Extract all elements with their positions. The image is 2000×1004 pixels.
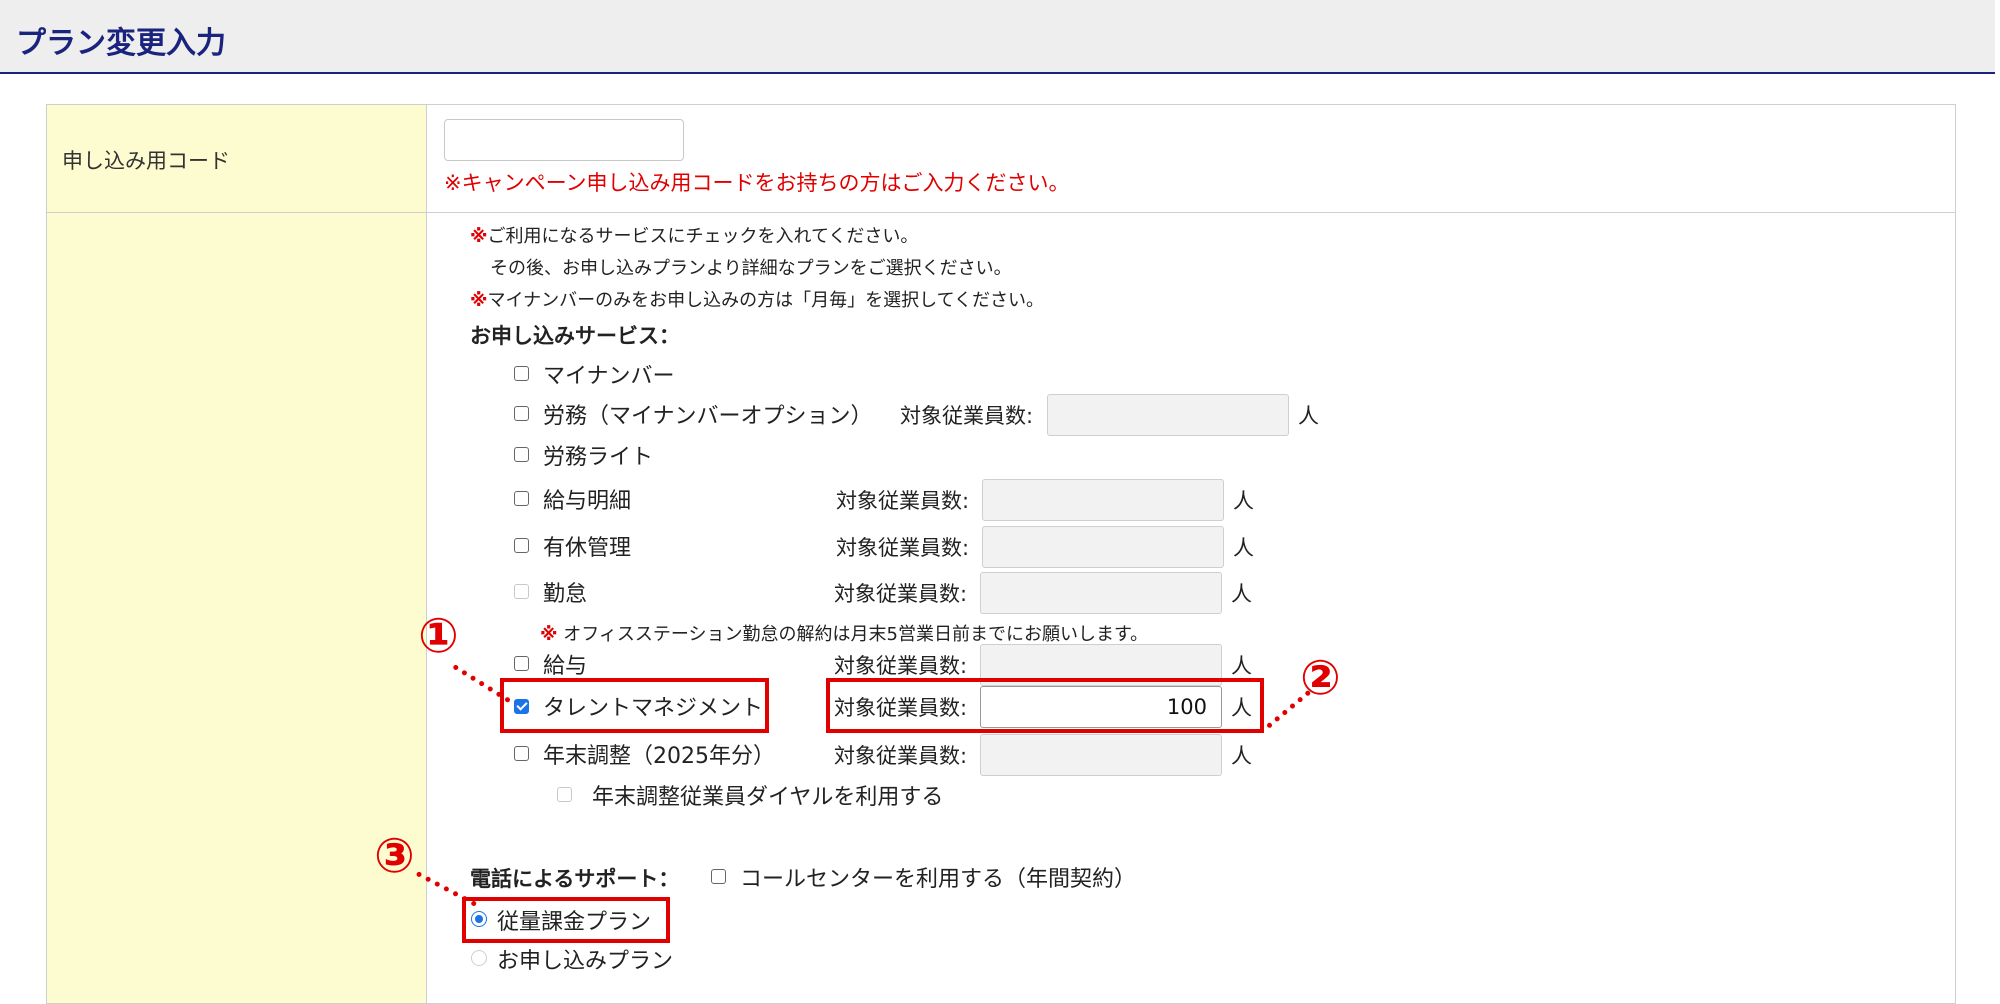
service-label-attendance: 勤怠 — [543, 582, 588, 607]
annotation-box-talent-management — [500, 678, 769, 733]
service-label-paid-leave: 有休管理 — [543, 536, 632, 561]
note-line-1: ※ご利用になるサービスにチェックを入れてください。 — [470, 222, 918, 248]
page-header: プラン変更入力 — [0, 0, 1995, 74]
year-end-dial-checkbox[interactable] — [557, 787, 572, 802]
unit-label: 人 — [1231, 582, 1252, 606]
note-mark: ※ — [470, 290, 488, 311]
annotation-box-usage-plan — [462, 897, 670, 943]
service-label-labor: 労務（マイナンバーオプション） — [543, 404, 873, 429]
call-center-label: コールセンターを利用する（年間契約） — [740, 867, 1137, 892]
unit-label: 人 — [1298, 404, 1319, 428]
service-checkbox-attendance[interactable] — [514, 584, 529, 599]
service-checkbox-labor[interactable] — [514, 406, 529, 421]
employee-count-label: 対象従業員数: — [834, 654, 968, 678]
service-checkbox-payslip[interactable] — [514, 491, 529, 506]
employee-count-label: 対象従業員数: — [836, 489, 970, 513]
call-center-checkbox[interactable] — [711, 869, 726, 884]
employee-count-label: 対象従業員数: — [834, 582, 968, 606]
service-label-year-end: 年末調整（2025年分） — [543, 744, 775, 769]
service-checkbox-labor-lite[interactable] — [514, 447, 529, 462]
phone-support-heading: 電話によるサポート： — [470, 867, 680, 891]
label-column — [47, 105, 427, 1003]
employee-count-label: 対象従業員数: — [836, 536, 970, 560]
employee-count-input-payslip[interactable] — [982, 479, 1224, 521]
page-title: プラン変更入力 — [16, 26, 226, 61]
note-mark: ※ — [540, 624, 558, 645]
employee-count-input-paid-leave[interactable] — [982, 526, 1224, 568]
unit-label: 人 — [1231, 654, 1252, 678]
note-mark: ※ — [470, 226, 488, 247]
employee-count-label: 対象従業員数: — [834, 744, 968, 768]
note-line-3: ※マイナンバーのみをお申し込みの方は「月毎」を選択してください。 — [470, 286, 1044, 312]
unit-label: 人 — [1233, 536, 1254, 560]
employee-count-input-year-end[interactable] — [980, 734, 1222, 776]
row-divider — [47, 212, 1955, 213]
code-note: ※キャンペーン申し込み用コードをお持ちの方はご入力ください。 — [444, 171, 1070, 195]
annotation-box-employee-count — [826, 678, 1264, 733]
attendance-note-text: オフィスステーション勤怠の解約は月末5営業日前までにお願いします。 — [563, 624, 1149, 645]
service-checkbox-paid-leave[interactable] — [514, 538, 529, 553]
annotation-number-1: ① — [418, 608, 459, 664]
service-label-payslip: 給与明細 — [543, 489, 632, 514]
service-label-payroll: 給与 — [543, 654, 588, 679]
employee-count-input-attendance[interactable] — [980, 572, 1222, 614]
unit-label: 人 — [1231, 744, 1252, 768]
employee-count-label: 対象従業員数: — [900, 404, 1034, 428]
service-checkbox-payroll[interactable] — [514, 656, 529, 671]
services-heading: お申し込みサービス： — [470, 324, 680, 348]
service-label-labor-lite: 労務ライト — [543, 445, 654, 470]
service-checkbox-mynumber[interactable] — [514, 366, 529, 381]
campaign-code-input[interactable] — [444, 119, 684, 161]
service-checkbox-year-end[interactable] — [514, 746, 529, 761]
plan-label-application: お申し込みプラン — [497, 949, 674, 974]
note-text-1: ご利用になるサービスにチェックを入れてください。 — [487, 226, 919, 247]
plan-radio-application[interactable] — [471, 950, 487, 966]
annotation-number-3: ③ — [374, 828, 415, 884]
note-line-2: その後、お申し込みプランより詳細なプランをご選択ください。 — [490, 258, 1012, 279]
unit-label: 人 — [1233, 489, 1254, 513]
year-end-dial-label: 年末調整従業員ダイヤルを利用する — [592, 785, 944, 810]
attendance-note: ※ オフィスステーション勤怠の解約は月末5営業日前までにお願いします。 — [540, 620, 1148, 646]
note-text-3: マイナンバーのみをお申し込みの方は「月毎」を選択してください。 — [487, 290, 1045, 311]
employee-count-input-labor[interactable] — [1047, 394, 1289, 436]
service-label-mynumber: マイナンバー — [543, 364, 675, 389]
code-label: 申し込み用コード — [62, 149, 230, 173]
